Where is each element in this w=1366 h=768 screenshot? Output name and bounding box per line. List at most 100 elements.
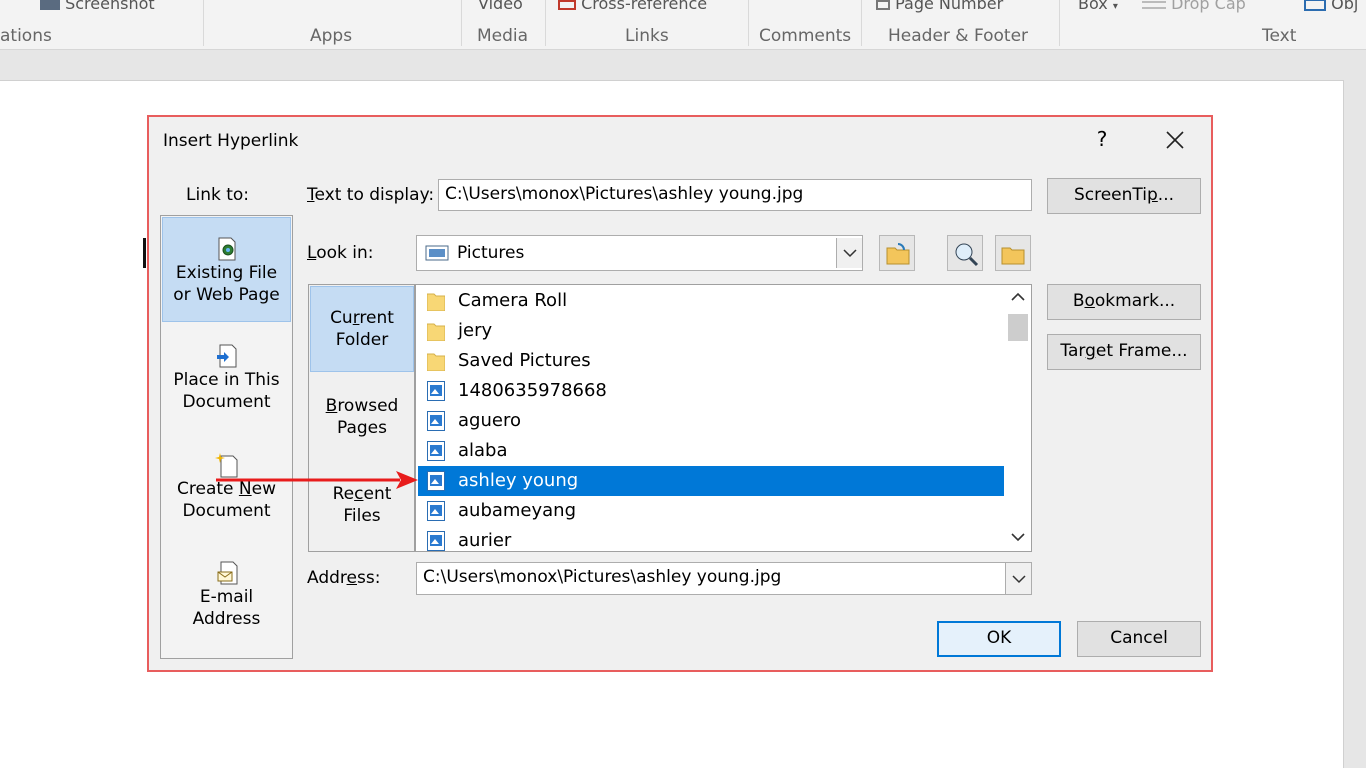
page-number-icon (876, 0, 890, 10)
scroll-down-icon[interactable] (1008, 529, 1028, 545)
link-to-place-line2: Document (182, 392, 271, 412)
ribbon-group-illustrations: ations (0, 26, 52, 46)
address-combobox[interactable]: C:\Users\monox\Pictures\ashley young.jpg (416, 562, 1032, 595)
image-file-icon (427, 411, 445, 431)
ribbon-object-button[interactable]: Obj (1304, 0, 1358, 13)
image-file-icon (427, 471, 445, 491)
recent-files-tab[interactable]: Recent Files (310, 483, 414, 543)
link-to-email-address[interactable]: E-mail Address (162, 560, 291, 650)
look-in-dropdown-button[interactable] (836, 238, 862, 268)
folder-icon (427, 293, 445, 311)
address-dropdown-button[interactable] (1005, 563, 1031, 594)
screentip-button[interactable]: ScreenTip... (1047, 178, 1201, 214)
place-in-document-icon (216, 344, 236, 368)
text-cursor (143, 238, 146, 268)
screenshot-icon (40, 0, 60, 10)
file-list-item[interactable]: jery (418, 316, 1004, 346)
address-value: C:\Users\monox\Pictures\ashley young.jpg (423, 567, 782, 587)
image-file-icon (427, 531, 445, 551)
link-to-create-line2: Document (182, 501, 271, 521)
file-list-item[interactable]: Camera Roll (418, 286, 1004, 316)
up-folder-icon (886, 243, 910, 265)
image-file-icon (427, 381, 445, 401)
dialog-title: Insert Hyperlink (163, 131, 299, 151)
ribbon-divider (748, 0, 749, 46)
cancel-button[interactable]: Cancel (1077, 621, 1201, 657)
browse-mode-panel: Current Folder Browsed Pages Recent File… (308, 284, 415, 552)
scrollbar-thumb[interactable] (1008, 314, 1028, 341)
link-to-place-in-document[interactable]: Place in This Document (162, 343, 291, 433)
recent-files-line1: Recent (332, 484, 392, 504)
link-to-label: Link to: (186, 185, 250, 205)
link-to-create-new-document[interactable]: Create New Document (162, 452, 291, 542)
ribbon-screenshot-button[interactable]: Screenshot (40, 0, 155, 13)
ribbon-divider (545, 0, 546, 46)
browsed-pages-tab[interactable]: Browsed Pages (310, 395, 414, 455)
link-to-panel: Existing File or Web Page Place in This … (160, 215, 293, 659)
file-list-item[interactable]: 1480635978668 (418, 376, 1004, 406)
current-folder-tab[interactable]: Current Folder (310, 286, 414, 372)
ribbon-group-media: Media (477, 26, 529, 46)
ribbon-page-number-label: Page Number (895, 0, 1004, 13)
file-list-item[interactable]: aurier (418, 526, 1004, 551)
ribbon-group-links: Links (625, 26, 669, 46)
bookmark-button[interactable]: Bookmark... (1047, 284, 1201, 320)
object-icon (1304, 0, 1326, 11)
ribbon-divider (203, 0, 204, 46)
file-name: Saved Pictures (458, 350, 591, 371)
look-in-combobox[interactable]: Pictures (416, 235, 863, 271)
text-to-display-input[interactable]: C:\Users\monox\Pictures\ashley young.jpg (438, 179, 1032, 211)
link-to-existing-file[interactable]: Existing File or Web Page (162, 217, 291, 322)
current-folder-line2: Folder (335, 330, 389, 350)
file-list-item[interactable]: ashley young (418, 466, 1004, 496)
insert-hyperlink-dialog: Insert Hyperlink ? Link to: Existing Fil… (147, 115, 1213, 672)
link-to-create-line1: Create New (177, 479, 276, 499)
file-list-item[interactable]: Saved Pictures (418, 346, 1004, 376)
scroll-up-icon[interactable] (1008, 289, 1028, 305)
ribbon-divider (1059, 0, 1060, 46)
file-list-item[interactable]: aubameyang (418, 496, 1004, 526)
ribbon-object-label: Obj (1331, 0, 1359, 13)
file-name: aurier (458, 530, 512, 551)
email-address-icon (217, 561, 237, 585)
browsed-pages-line1: Browsed (325, 396, 399, 416)
help-button[interactable]: ? (1092, 127, 1112, 151)
ribbon-cross-reference-label: Cross-reference (581, 0, 708, 13)
ribbon-group-header-footer: Header & Footer (888, 26, 1029, 46)
file-name: alaba (458, 440, 508, 461)
chevron-down-icon: ▾ (1112, 1, 1118, 12)
target-frame-button[interactable]: Target Frame... (1047, 334, 1201, 370)
ribbon-text-box-button[interactable]: Box ▾ (1078, 0, 1118, 13)
look-in-value: Pictures (457, 243, 525, 263)
file-name: 1480635978668 (458, 380, 607, 401)
create-new-document-icon (214, 453, 237, 478)
address-label: Address: (307, 568, 381, 588)
file-name: Camera Roll (458, 290, 568, 311)
link-to-existing-file-line1: Existing File (175, 263, 278, 283)
file-list-item[interactable]: alaba (418, 436, 1004, 466)
ribbon-box-label: Box (1078, 0, 1108, 13)
ribbon-drop-cap-label: Drop Cap (1171, 0, 1246, 13)
ribbon-page-number-button[interactable]: Page Number (876, 0, 1003, 13)
folder-icon (427, 323, 445, 341)
ribbon-cross-reference-button[interactable]: Cross-reference (558, 0, 707, 13)
text-to-display-label: Text to display: (307, 185, 435, 205)
image-file-icon (427, 501, 445, 521)
link-to-existing-file-line2: or Web Page (173, 285, 280, 305)
file-list[interactable]: Camera Roll jery Saved Pictures 14806359786… (415, 284, 1032, 552)
browse-web-button[interactable] (947, 235, 983, 271)
browse-file-button[interactable] (995, 235, 1031, 271)
ok-button[interactable]: OK (937, 621, 1061, 657)
search-web-icon (955, 243, 979, 267)
ribbon-divider (461, 0, 462, 46)
ribbon-video-button[interactable]: Video (478, 0, 523, 13)
ribbon-drop-cap-button[interactable]: Drop Cap (1142, 0, 1246, 13)
file-name: jery (458, 320, 493, 341)
close-button[interactable] (1160, 125, 1190, 155)
current-folder-line1: Current (330, 308, 394, 328)
file-list-item[interactable]: aguero (418, 406, 1004, 436)
open-folder-icon (1001, 247, 1025, 265)
cross-reference-icon (558, 0, 576, 10)
vertical-scrollbar[interactable] (1004, 285, 1031, 551)
up-one-folder-button[interactable] (879, 235, 915, 271)
